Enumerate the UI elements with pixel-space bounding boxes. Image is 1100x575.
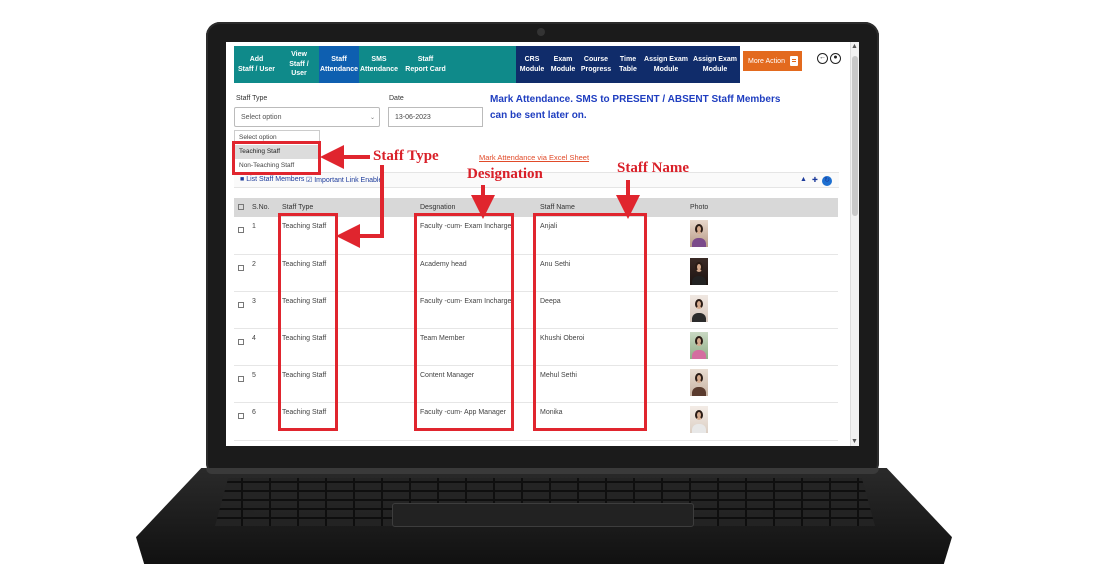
list-staff-link[interactable]: ■ List Staff Members: [240, 176, 304, 183]
nav-time-table[interactable]: Time Table: [614, 46, 642, 83]
cell-sno: 6: [248, 402, 278, 441]
collapse-up-icon[interactable]: ▲: [800, 176, 807, 183]
scroll-up-icon[interactable]: ▲: [851, 43, 858, 50]
annotation-box-staff-type: [278, 213, 338, 431]
cell-sno: 1: [248, 217, 278, 255]
staff-photo: [690, 220, 708, 247]
more-action-label: More Action: [748, 57, 785, 65]
row-checkbox[interactable]: [238, 264, 244, 271]
row-checkbox[interactable]: [238, 339, 244, 346]
header-photo: Photo: [686, 198, 838, 217]
date-label: Date: [389, 95, 404, 102]
row-checkbox[interactable]: [238, 376, 244, 383]
annotation-label-staff-type: Staff Type: [373, 148, 439, 164]
date-input[interactable]: 13-06-2023: [388, 107, 483, 127]
vertical-scrollbar[interactable]: ▲ ▼: [850, 42, 859, 446]
expand-icon[interactable]: ✚: [812, 176, 818, 184]
row-checkbox[interactable]: [238, 413, 244, 420]
nav-course-progress[interactable]: Course Progress: [578, 46, 614, 83]
staff-photo: [690, 332, 708, 360]
nav-assign-exam-module-1[interactable]: Assign Exam Module: [642, 46, 690, 83]
more-action-button[interactable]: More Action: [743, 51, 802, 71]
nav-spacer: [452, 46, 516, 83]
excel-attendance-link[interactable]: Mark Attendance via Excel Sheet: [479, 153, 589, 162]
nav-staff-attendance[interactable]: Staff Attendance: [319, 46, 359, 83]
important-link[interactable]: ☑ Important Link Enable: [306, 176, 382, 184]
annotation-box-staff-name: [533, 213, 647, 431]
staff-photo: [690, 257, 708, 285]
list-staff-label: List Staff Members: [246, 176, 305, 183]
annotation-label-staff-name: Staff Name: [617, 160, 690, 176]
cell-sno: 2: [248, 254, 278, 292]
nav-add-staff[interactable]: Add Staff / User: [234, 46, 279, 83]
staff-type-value: Select option: [241, 114, 282, 121]
staff-photo: [690, 406, 708, 434]
important-link-label: Important Link Enable: [314, 177, 383, 184]
staff-type-label: Staff Type: [236, 95, 268, 102]
nav-exam-module[interactable]: Exam Module: [548, 46, 578, 83]
annotation-box-dropdown: [232, 141, 321, 175]
nav-view-staff[interactable]: View Staff / User: [279, 46, 319, 83]
laptop-hinge: [206, 468, 879, 474]
cell-sno: 5: [248, 365, 278, 404]
nav-staff-report-card[interactable]: Staff Report Card: [399, 46, 452, 83]
refresh-icon[interactable]: ↻: [822, 176, 832, 186]
staff-type-select[interactable]: Select option ⌄: [234, 107, 380, 127]
cell-sno: 3: [248, 291, 278, 330]
webcam: [537, 28, 545, 36]
cell-sno: 4: [248, 328, 278, 367]
user-icon[interactable]: ●: [830, 53, 841, 64]
select-all-checkbox[interactable]: [234, 198, 248, 217]
staff-photo: [690, 369, 708, 397]
row-checkbox[interactable]: [238, 227, 244, 233]
attendance-notice: Mark Attendance. SMS to PRESENT / ABSENT…: [490, 94, 781, 121]
nav-crs-module[interactable]: CRS Module: [516, 46, 548, 83]
scroll-thumb[interactable]: [852, 56, 858, 216]
annotation-box-designation: [414, 213, 514, 431]
header-sno: S.No.: [248, 198, 278, 217]
nav-sms-attendance[interactable]: SMS Attendance: [359, 46, 399, 83]
back-icon[interactable]: ←: [817, 53, 828, 64]
scroll-down-icon[interactable]: ▼: [851, 438, 858, 445]
annotation-label-designation: Designation: [467, 166, 543, 182]
staff-photo: [690, 294, 708, 322]
row-checkbox[interactable]: [238, 301, 244, 308]
nav-assign-exam-module-2[interactable]: Assign Exam Module: [690, 46, 740, 83]
chevron-down-icon: ⌄: [369, 115, 375, 121]
top-navigation: Add Staff / User View Staff / User Staff…: [234, 46, 740, 83]
touchpad: [392, 503, 694, 527]
list-icon: [790, 56, 798, 66]
